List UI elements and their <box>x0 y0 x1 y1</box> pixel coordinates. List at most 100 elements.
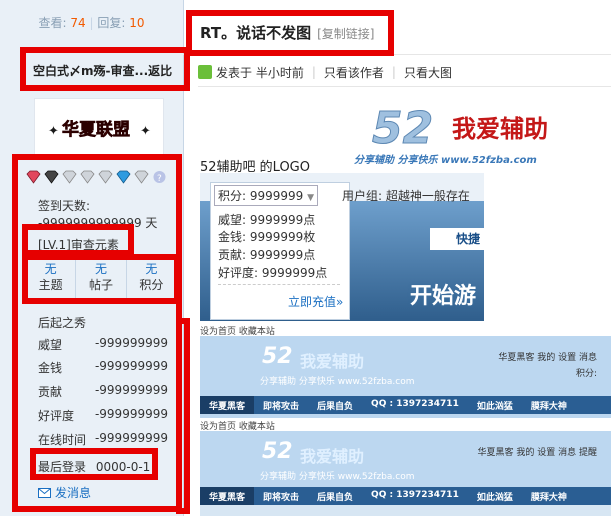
more-medals-icon[interactable]: ? <box>152 170 167 184</box>
red-diamond-icon[interactable] <box>26 170 41 184</box>
screenshot-topline: 设为首页 收藏本站 <box>200 327 275 337</box>
last-login-label: 最后登录 <box>38 460 87 474</box>
brand-number: 52 <box>262 344 293 369</box>
profile-key: 贡献 <box>38 385 63 399</box>
user-rank-title[interactable]: 后起之秀 <box>38 314 86 331</box>
start-banner-text: 开始游 <box>410 284 477 309</box>
profile-value: -999999999 <box>94 359 168 373</box>
nav-item: QQ : 1397234711 <box>371 399 459 409</box>
profile-key: 好评度 <box>38 409 75 423</box>
stat-label: 主题 <box>38 278 63 292</box>
logo-slogan: 分享辅助 分享快乐 www.52fzba.com <box>354 154 537 166</box>
user-avatar[interactable]: ✦ 华夏联盟 ✦ <box>34 98 164 156</box>
logo-number: 52 <box>372 103 433 154</box>
silver-diamond-icon[interactable] <box>80 170 95 184</box>
popup-line: 威望: 9999999点 <box>218 213 316 227</box>
silver-diamond-icon[interactable] <box>98 170 113 184</box>
silver-diamond-icon[interactable] <box>62 170 77 184</box>
divider <box>198 86 611 87</box>
user-stats: 无 主题 无 帖子 无 积分 <box>26 258 176 300</box>
nav-item: 如此汹猛 <box>476 402 513 412</box>
screenshot-topline: 设为首页 收藏本站 <box>200 422 275 432</box>
stat-posts[interactable]: 无 帖子 <box>76 258 127 300</box>
popup-line: 好评度: 9999999点 <box>218 266 328 280</box>
last-login-value: 0000-0-1 <box>95 460 151 474</box>
profile-row: 贡献 -999999999 <box>38 383 168 400</box>
nav-item: 华夏黑客 <box>200 487 255 505</box>
profile-key: 在线时间 <box>38 433 87 447</box>
nav-item: 后果自负 <box>317 493 354 503</box>
blue-diamond-icon[interactable] <box>116 170 131 184</box>
profile-key: 威望 <box>38 338 63 352</box>
send-message-label: 发消息 <box>55 486 92 500</box>
post-time: 发表于 半小时前 <box>216 65 304 80</box>
nav-item: 膜拜大神 <box>530 402 567 412</box>
chevron-down-icon: ▼ <box>307 193 315 203</box>
svg-text:✦: ✦ <box>48 124 59 139</box>
replies-label: 回复: <box>97 16 126 30</box>
brand-site: 分享辅助 分享快乐 www.52fzba.com <box>260 472 415 482</box>
profile-key: 金钱 <box>38 361 63 375</box>
view-reply-counts: 查看: 74 | 回复: 10 <box>38 16 145 30</box>
sign-days-label: 签到天数: <box>38 199 91 213</box>
post-meta: 发表于 半小时前 | 只看该作者 | 只看大图 <box>198 63 452 81</box>
header-links: 华夏黑客 我的 设置 消息 <box>498 353 597 363</box>
envelope-icon <box>38 487 51 498</box>
popup-line: 金钱: 9999999枚 <box>218 230 316 244</box>
silver-diamond-icon[interactable] <box>134 170 149 184</box>
logo-name: 我爱辅助 <box>452 115 548 143</box>
brand-number: 52 <box>262 439 293 464</box>
popup-divider <box>218 284 340 286</box>
author-name[interactable]: 空白式〆m殇-审查...返比 <box>26 58 186 84</box>
views-label: 查看: <box>38 16 67 30</box>
nav-item: 即将攻击 <box>263 493 300 503</box>
profile-value: -999999999 <box>94 431 168 445</box>
post-title-text: RT。说话不发图 <box>200 24 312 42</box>
black-diamond-icon[interactable] <box>44 170 59 184</box>
nav-item: 膜拜大神 <box>530 493 567 503</box>
nav-item: 即将攻击 <box>263 402 300 412</box>
replies-count: 10 <box>129 16 145 30</box>
brand-name: 我爱辅助 <box>300 352 365 371</box>
screenshot-header-2: 52 我爱辅助 分享辅助 分享快乐 www.52fzba.com 华夏黑客 我的… <box>200 431 611 516</box>
nav-item: 后果自负 <box>317 402 354 412</box>
profile-row: 金钱 -999999999 <box>38 359 168 376</box>
header-points: 积分: <box>575 369 597 379</box>
points-dropdown-label: 积分: 9999999 <box>218 189 304 203</box>
recharge-link[interactable]: 立即充值» <box>288 293 343 310</box>
profile-row: 威望 -999999999 <box>38 336 168 353</box>
stat-topics[interactable]: 无 主题 <box>26 258 77 300</box>
stat-points[interactable]: 无 积分 <box>127 258 176 300</box>
brand-site: 分享辅助 分享快乐 www.52fzba.com <box>260 377 415 387</box>
send-message-link[interactable]: 发消息 <box>38 484 91 501</box>
avatar-logo: ✦ 华夏联盟 ✦ <box>48 119 151 141</box>
popup-line: 贡献: 9999999点 <box>218 248 316 262</box>
profile-value: -999999999 <box>94 407 168 421</box>
avatar-logo-text: 华夏联盟 <box>62 119 130 140</box>
usergroup-label: 用户组: 超越神一般存在 <box>342 189 470 203</box>
nav-item: 华夏黑客 <box>200 396 255 414</box>
screenshot-footer <box>200 505 611 516</box>
forum-logo-image: 52 我爱辅助 分享辅助 分享快乐 www.52fzba.com <box>354 103 548 167</box>
stat-label: 积分 <box>139 278 164 292</box>
screenshot-header-1: 52 我爱辅助 分享辅助 分享快乐 www.52fzba.com 华夏黑客 我的… <box>200 336 611 418</box>
profile-row: 在线时间 -999999999 <box>38 431 168 448</box>
nav-bar: 华夏黑客 即将攻击 后果自负 QQ : 1397234711 如此汹猛 膜拜大神 <box>200 487 611 505</box>
svg-text:✦: ✦ <box>140 124 151 139</box>
stat-value: 无 <box>145 262 158 276</box>
svg-text:?: ? <box>157 174 162 184</box>
only-author-link[interactable]: 只看该作者 <box>324 64 384 81</box>
profile-value: -999999999 <box>94 336 168 350</box>
profile-row: 好评度 -999999999 <box>38 407 168 424</box>
header-links: 华夏黑客 我的 设置 消息 提醒 <box>477 448 597 458</box>
nav-item: 如此汹猛 <box>476 493 513 503</box>
user-level[interactable]: [LV.1]审查元素 <box>38 236 119 253</box>
copy-link-button[interactable]: [复制链接] <box>317 27 374 41</box>
only-big-image-link[interactable]: 只看大图 <box>404 64 452 81</box>
post-title: RT。说话不发图 [复制链接] <box>200 22 374 43</box>
views-count: 74 <box>70 16 86 30</box>
quick-button[interactable]: 快捷 <box>430 228 484 250</box>
last-login: 最后登录 0000-0-1 <box>38 458 150 475</box>
stat-label: 帖子 <box>88 278 113 292</box>
points-dropdown[interactable]: 积分: 9999999 ▼ <box>214 185 319 206</box>
